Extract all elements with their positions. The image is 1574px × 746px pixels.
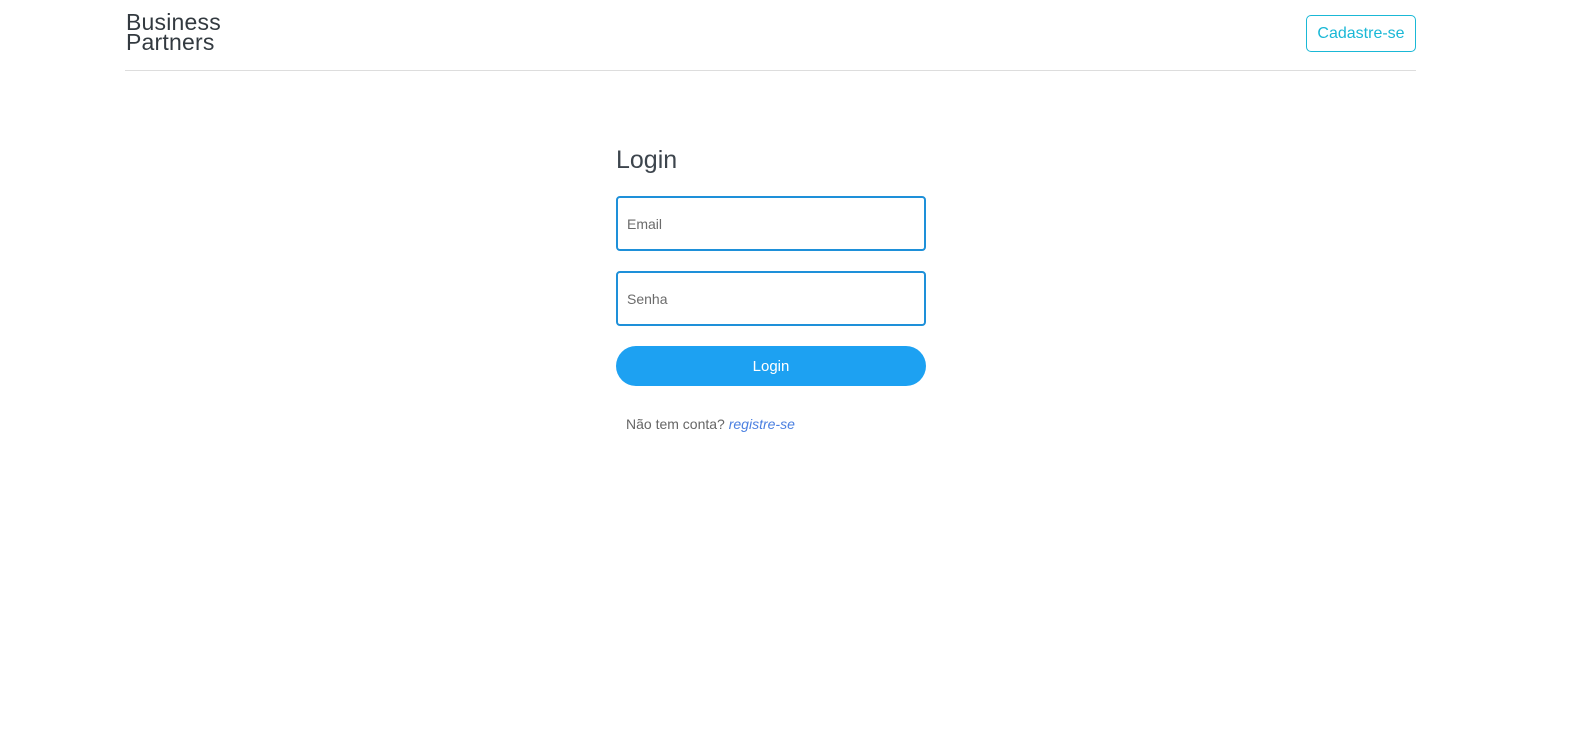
email-input[interactable] bbox=[616, 196, 926, 251]
top-navbar: Business Partners Cadastre-se bbox=[125, 0, 1416, 71]
password-input[interactable] bbox=[616, 271, 926, 326]
brand-line-2: Partners bbox=[126, 29, 215, 55]
login-button[interactable]: Login bbox=[616, 346, 926, 386]
register-link[interactable]: registre-se bbox=[729, 416, 795, 432]
signup-button[interactable]: Cadastre-se bbox=[1306, 15, 1416, 52]
login-title: Login bbox=[616, 146, 678, 174]
register-prompt: Não tem conta? registre-se bbox=[616, 416, 926, 432]
brand-logo[interactable]: Business Partners bbox=[126, 11, 221, 55]
no-account-text: Não tem conta? bbox=[626, 416, 725, 432]
login-form: Login Login Não tem conta? registre-se bbox=[616, 140, 926, 432]
